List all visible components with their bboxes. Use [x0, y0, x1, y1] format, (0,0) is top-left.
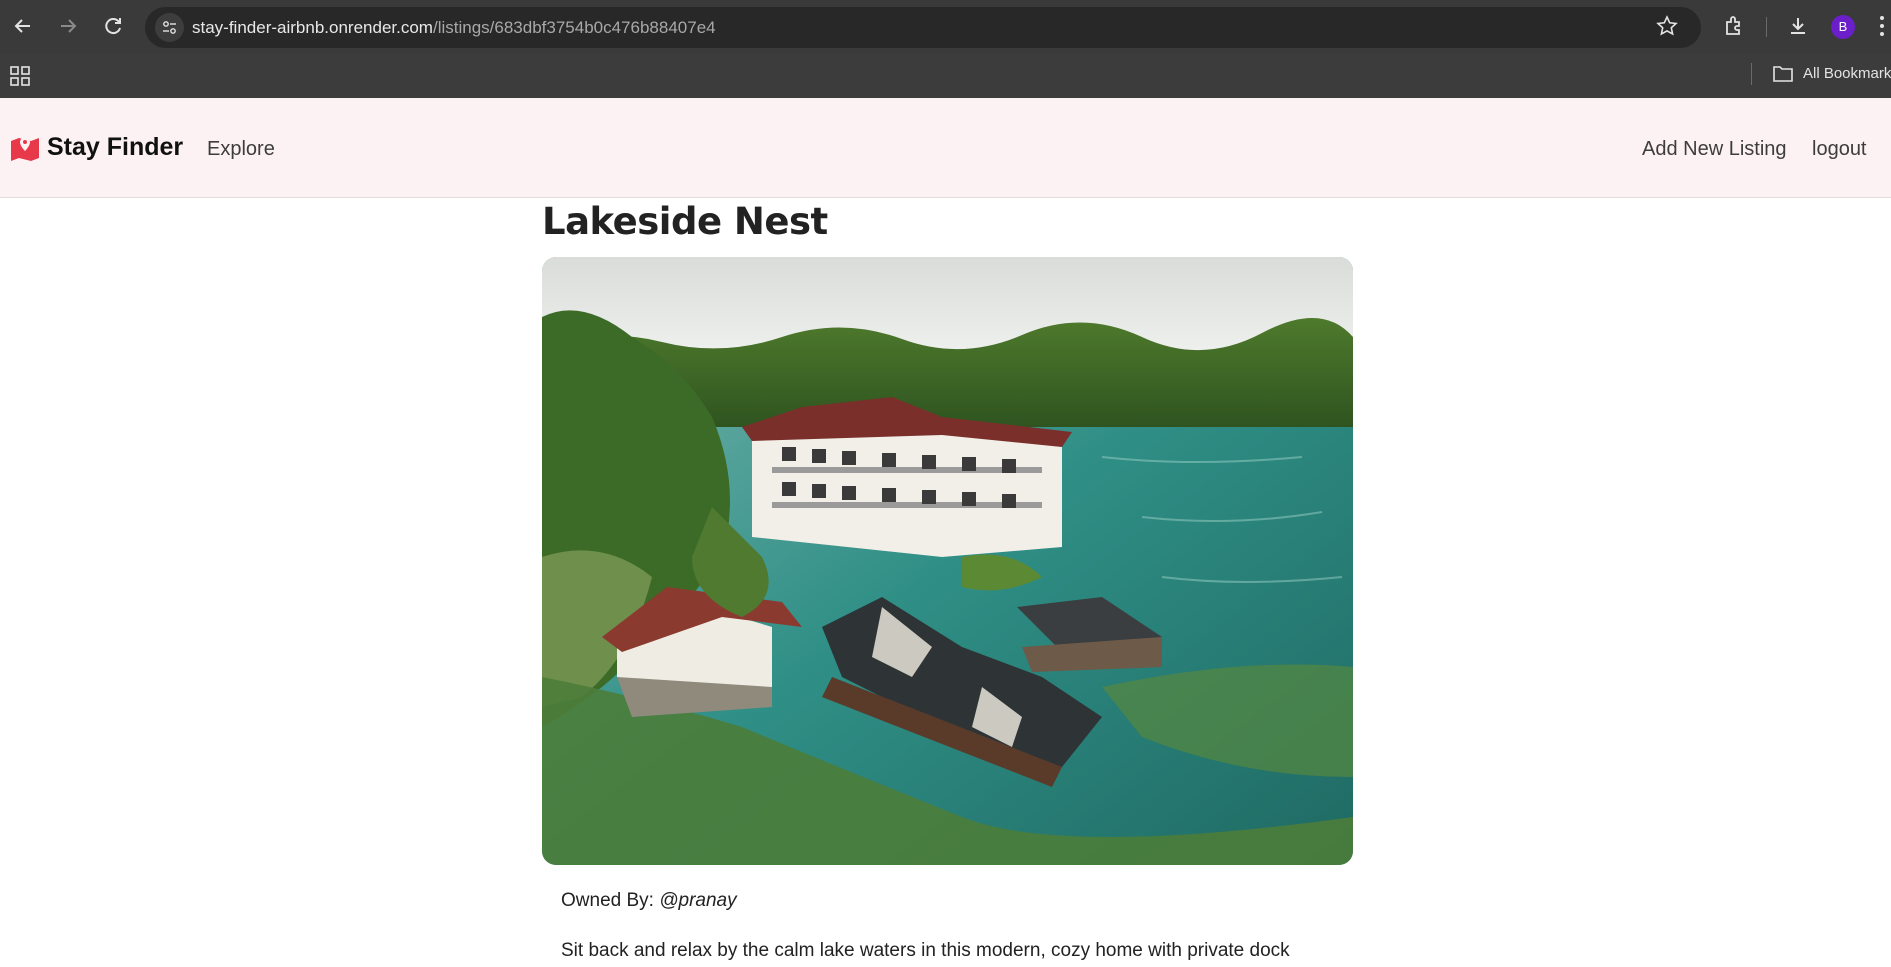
bookmarks-bar: All Bookmarks [0, 54, 1891, 98]
explore-link[interactable]: Explore [207, 138, 275, 161]
browser-chrome: stay-finder-airbnb.onrender.com/listings… [0, 0, 1891, 98]
profile-avatar[interactable]: B [1831, 15, 1855, 39]
all-bookmarks-label[interactable]: All Bookmarks [1803, 65, 1891, 82]
brand-link[interactable]: Stay Finder [10, 133, 183, 162]
url-text[interactable]: stay-finder-airbnb.onrender.com/listings… [192, 18, 716, 38]
folder-icon[interactable] [1772, 64, 1794, 89]
address-bar[interactable]: stay-finder-airbnb.onrender.com/listings… [145, 7, 1701, 48]
toolbar-divider [1766, 17, 1767, 37]
site-navbar: Stay Finder Explore Add New Listing logo… [0, 98, 1891, 198]
star-icon[interactable] [1656, 15, 1678, 42]
menu-icon[interactable] [1880, 16, 1884, 36]
brand-name: Stay Finder [47, 133, 184, 161]
listing-title: Lakeside Nest [542, 200, 828, 243]
logout-link[interactable]: logout [1812, 138, 1867, 161]
site-info-icon[interactable] [155, 13, 184, 42]
bookmarks-divider [1751, 63, 1752, 85]
owner-username: @pranay [659, 890, 737, 911]
listing-owner: Owned By: @pranay [561, 890, 737, 912]
browser-toolbar: stay-finder-airbnb.onrender.com/listings… [0, 0, 1891, 54]
apps-icon[interactable] [10, 66, 30, 86]
forward-icon[interactable] [55, 13, 81, 39]
reload-icon[interactable] [100, 13, 126, 39]
url-path: /listings/683dbf3754b0c476b88407e4 [432, 18, 716, 37]
download-icon[interactable] [1786, 14, 1810, 38]
owner-label: Owned By: [561, 890, 654, 911]
listing-image [542, 257, 1353, 865]
back-icon[interactable] [10, 13, 36, 39]
extensions-icon[interactable] [1722, 14, 1746, 38]
add-new-listing-link[interactable]: Add New Listing [1642, 138, 1787, 161]
map-pin-icon [11, 136, 39, 161]
listing-description: Sit back and relax by the calm lake wate… [561, 940, 1290, 961]
url-host: stay-finder-airbnb.onrender.com [192, 18, 433, 37]
